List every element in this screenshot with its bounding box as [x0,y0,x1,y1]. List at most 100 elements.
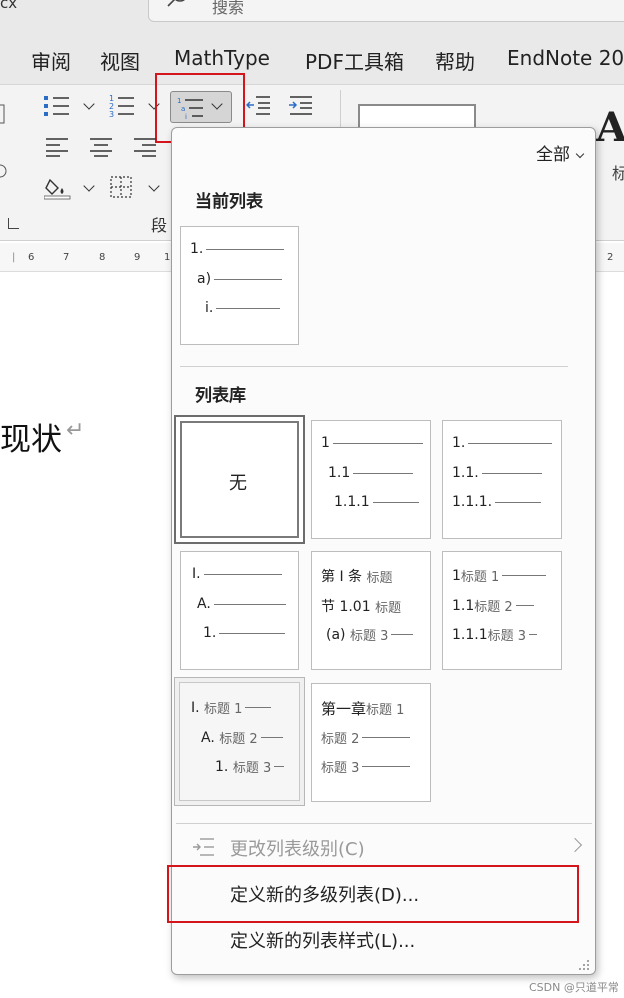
level-rule [332,442,423,444]
level-rule [468,442,553,444]
level-rule [203,573,282,575]
align-left-icon[interactable] [46,137,70,157]
level-rule [515,605,534,606]
level-rule [495,501,542,503]
heading-label: 标题 1 [366,703,405,718]
list-tile[interactable]: 第 I 条 标题 节 1.01 标题 (a) 标题 3 [311,551,431,670]
level-rule [213,603,286,605]
increase-indent-icon[interactable] [288,94,314,116]
heading-label: 标题 3 [349,629,389,644]
heading-label: 标题 [375,600,402,616]
style-label-fragment: 标 [612,164,624,183]
heading-label: 标题 3 [232,761,272,776]
level-number: 节 1.01 [321,599,371,615]
level-rule [214,278,283,280]
level-rule [372,501,419,503]
level-rule [502,575,547,576]
current-list-title: 当前列表 [195,192,263,212]
menu-help[interactable]: 帮助 [435,46,475,75]
search-icon [167,0,185,7]
borders-icon[interactable] [110,176,134,200]
level-number: a) [197,271,212,287]
heading-label: 标题 2 [219,732,258,747]
level-number: 1 [321,435,330,451]
shading-icon[interactable] [44,176,74,200]
ruler-tick: 9 [134,252,141,263]
level-rule [206,248,285,250]
align-right-icon[interactable] [134,137,158,157]
level-number: (a) [326,626,346,643]
ruler-tick: 1 [164,252,171,263]
bullet-list-icon[interactable] [44,94,72,118]
list-library-title: 列表库 [195,386,246,406]
level-rule [481,472,542,474]
numbered-list-icon[interactable]: 1 2 3 [109,93,137,119]
level-number: 1.1.1 [452,626,488,643]
ruler-tick: 8 [99,252,106,263]
heading-label: 标题 1 [460,570,500,585]
level-number: 第 I 条 [321,569,363,585]
heading-label: 标题 3 [321,761,360,776]
change-list-level-item[interactable]: 更改列表级别(C) [230,835,365,861]
level-rule [216,307,281,309]
level-rule [274,766,285,767]
title-fragment: cx [0,0,18,12]
paragraph-group-label: 段 [151,216,168,235]
list-tile[interactable]: 1 标题 1 1.1 标题 2 1.1.1 标题 3 [442,551,562,670]
level-number: A. [201,729,215,746]
level-number: 1.1.1 [334,494,370,510]
separator [176,823,592,824]
heading-label: 标题 2 [321,732,360,747]
list-tile-none[interactable]: 无 [174,415,305,544]
heading-label: 标题 2 [474,600,513,615]
level-number: 1. [452,435,466,451]
style-preview-glyph[interactable]: A [596,104,624,151]
level-number: 1.1 [328,465,351,481]
level-rule [260,737,283,738]
dialog-launcher-icon[interactable] [8,218,19,229]
list-tile-hovered[interactable]: I. 标题 1 A. 标题 2 1. 标题 3 [174,677,305,806]
ruler-tick: 7 [63,252,70,263]
heading-label: 标题 3 [487,629,527,644]
highlight-define-multilevel [167,865,579,923]
level-number: 1. [215,758,229,775]
define-list-style-item[interactable]: 定义新的列表样式(L)... [230,927,415,953]
level-rule [219,632,286,634]
document-text[interactable]: 现状 [0,414,62,459]
resize-grip-icon[interactable] [579,958,591,970]
none-label: 无 [229,473,247,494]
filter-dropdown[interactable]: 全部 [536,140,585,165]
level-number: 1. [203,625,217,641]
list-tile[interactable]: I. A. 1. [180,551,299,670]
level-number: A. [197,596,211,612]
level-number: i. [205,300,214,316]
heading-label: 标题 1 [204,702,243,717]
level-number: I. [191,699,200,716]
level-number: 1. [190,241,204,257]
menu-endnote[interactable]: EndNote 20 [507,46,624,70]
align-center-icon[interactable] [90,137,114,157]
ruler-tick: 6 [28,252,35,263]
menu-view[interactable]: 视图 [100,46,140,75]
level-number: 1 [452,567,461,584]
list-tile[interactable]: 1 1.1 1.1.1 [311,420,431,539]
level-number: I. [192,566,201,582]
decrease-indent-icon[interactable] [246,94,272,116]
menu-mathtype[interactable]: MathType [174,46,270,70]
filter-label: 全部 [536,145,570,165]
menu-pdf-tools[interactable]: PDF工具箱 [305,46,404,75]
level-rule [529,634,538,635]
search-placeholder: 搜索 [212,0,245,17]
ribbon-left-edge [0,85,8,245]
level-rule [362,737,411,738]
ruler-mark: | [12,252,16,263]
list-tile[interactable]: 第一章 标题 1 标题 2 标题 3 [311,683,431,802]
paragraph-mark: ↵ [66,418,85,443]
list-tile[interactable]: 1. 1.1. 1.1.1. [442,420,562,539]
change-level-icon [193,838,214,856]
current-list-tile[interactable]: 1. a) i. [180,226,299,345]
level-rule [353,472,414,474]
menu-review[interactable]: 审阅 [31,46,71,75]
svg-text:3: 3 [109,110,114,119]
level-number: 1.1. [452,465,479,481]
